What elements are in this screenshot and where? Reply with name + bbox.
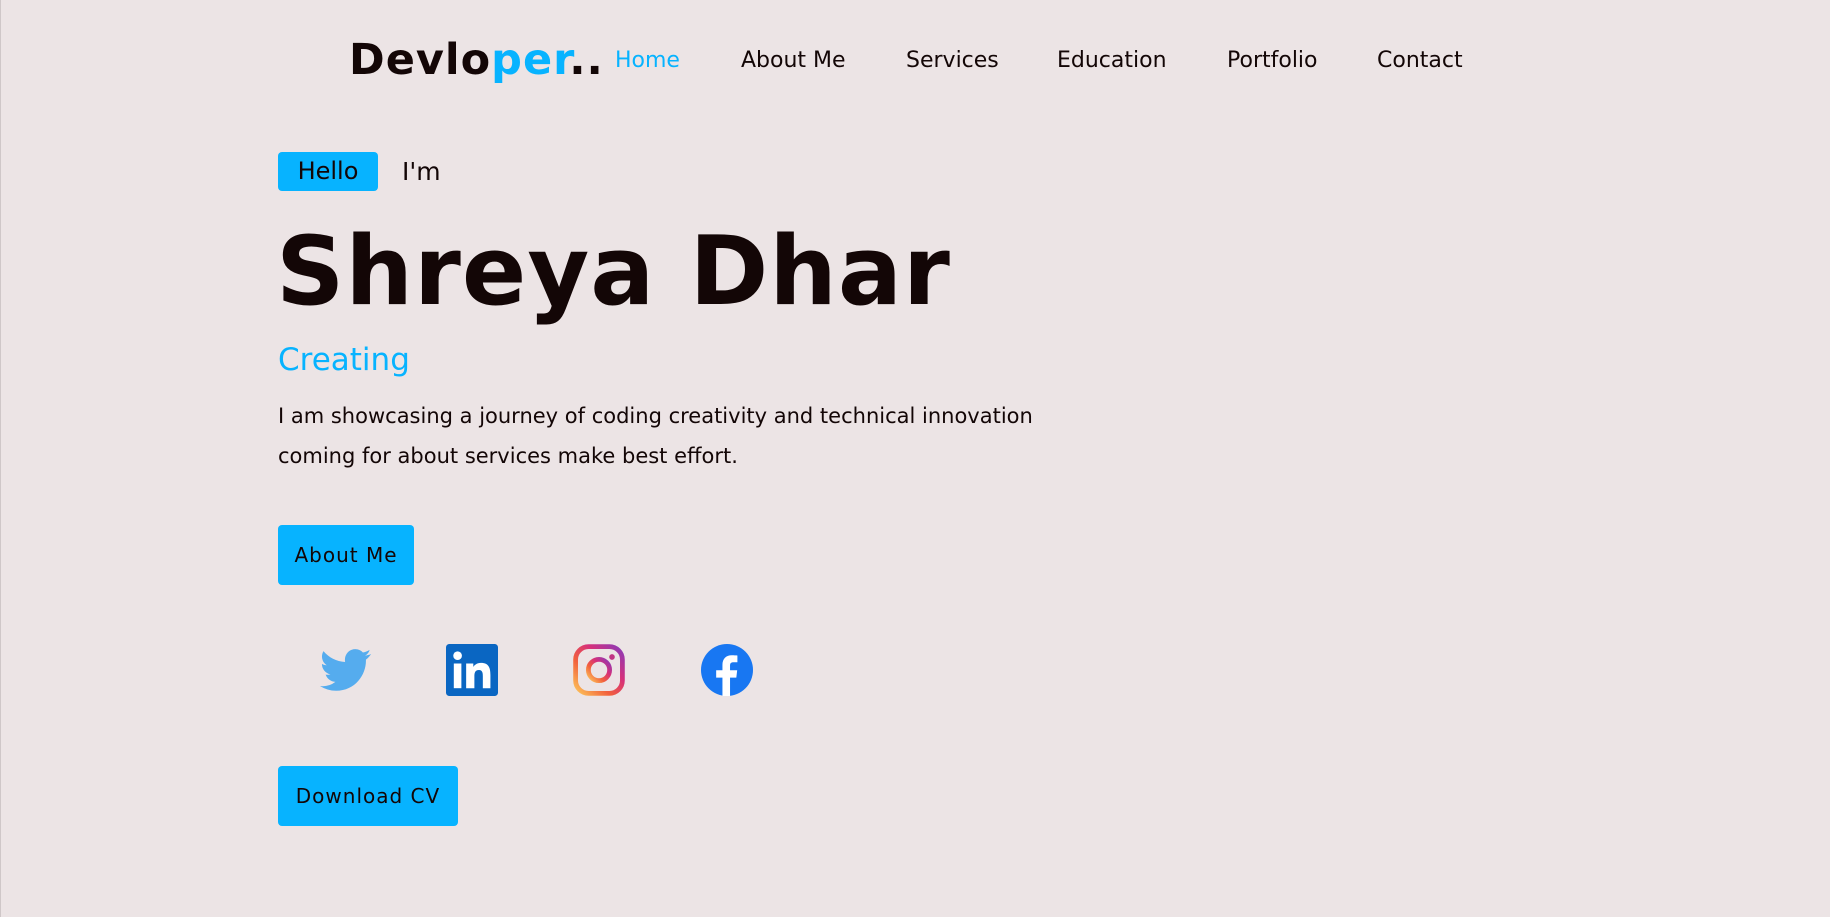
twitter-link[interactable]: [320, 644, 372, 696]
hero-description: I am showcasing a journey of coding crea…: [278, 404, 1033, 468]
nav-item-about-me[interactable]: About Me: [741, 44, 846, 78]
instagram-icon: [573, 644, 625, 696]
logo-text-part3: ..: [569, 35, 604, 85]
linkedin-icon: [446, 644, 498, 696]
logo-text-part1: Devlo: [349, 35, 492, 85]
nav-item-home[interactable]: Home: [615, 44, 680, 78]
nav-item-services[interactable]: Services: [906, 44, 999, 78]
site-logo[interactable]: Devloper..: [349, 30, 604, 90]
hero-name: Shreya Dhar: [276, 217, 951, 327]
page-edge-divider: [0, 0, 1, 917]
nav-item-education[interactable]: Education: [1057, 44, 1167, 78]
hello-badge: Hello: [278, 152, 378, 191]
nav-item-contact[interactable]: Contact: [1377, 44, 1463, 78]
facebook-icon: [701, 644, 753, 696]
download-cv-button[interactable]: Download CV: [278, 766, 458, 826]
greeting-text: I'm: [402, 157, 441, 186]
nav-item-portfolio[interactable]: Portfolio: [1227, 44, 1318, 78]
about-me-button[interactable]: About Me: [278, 525, 414, 585]
twitter-icon: [320, 649, 372, 691]
facebook-link[interactable]: [701, 644, 753, 696]
logo-text-accent: per: [491, 35, 570, 85]
instagram-link[interactable]: [573, 644, 625, 696]
typed-role-text: Creating: [278, 342, 410, 378]
linkedin-link[interactable]: [446, 644, 498, 696]
